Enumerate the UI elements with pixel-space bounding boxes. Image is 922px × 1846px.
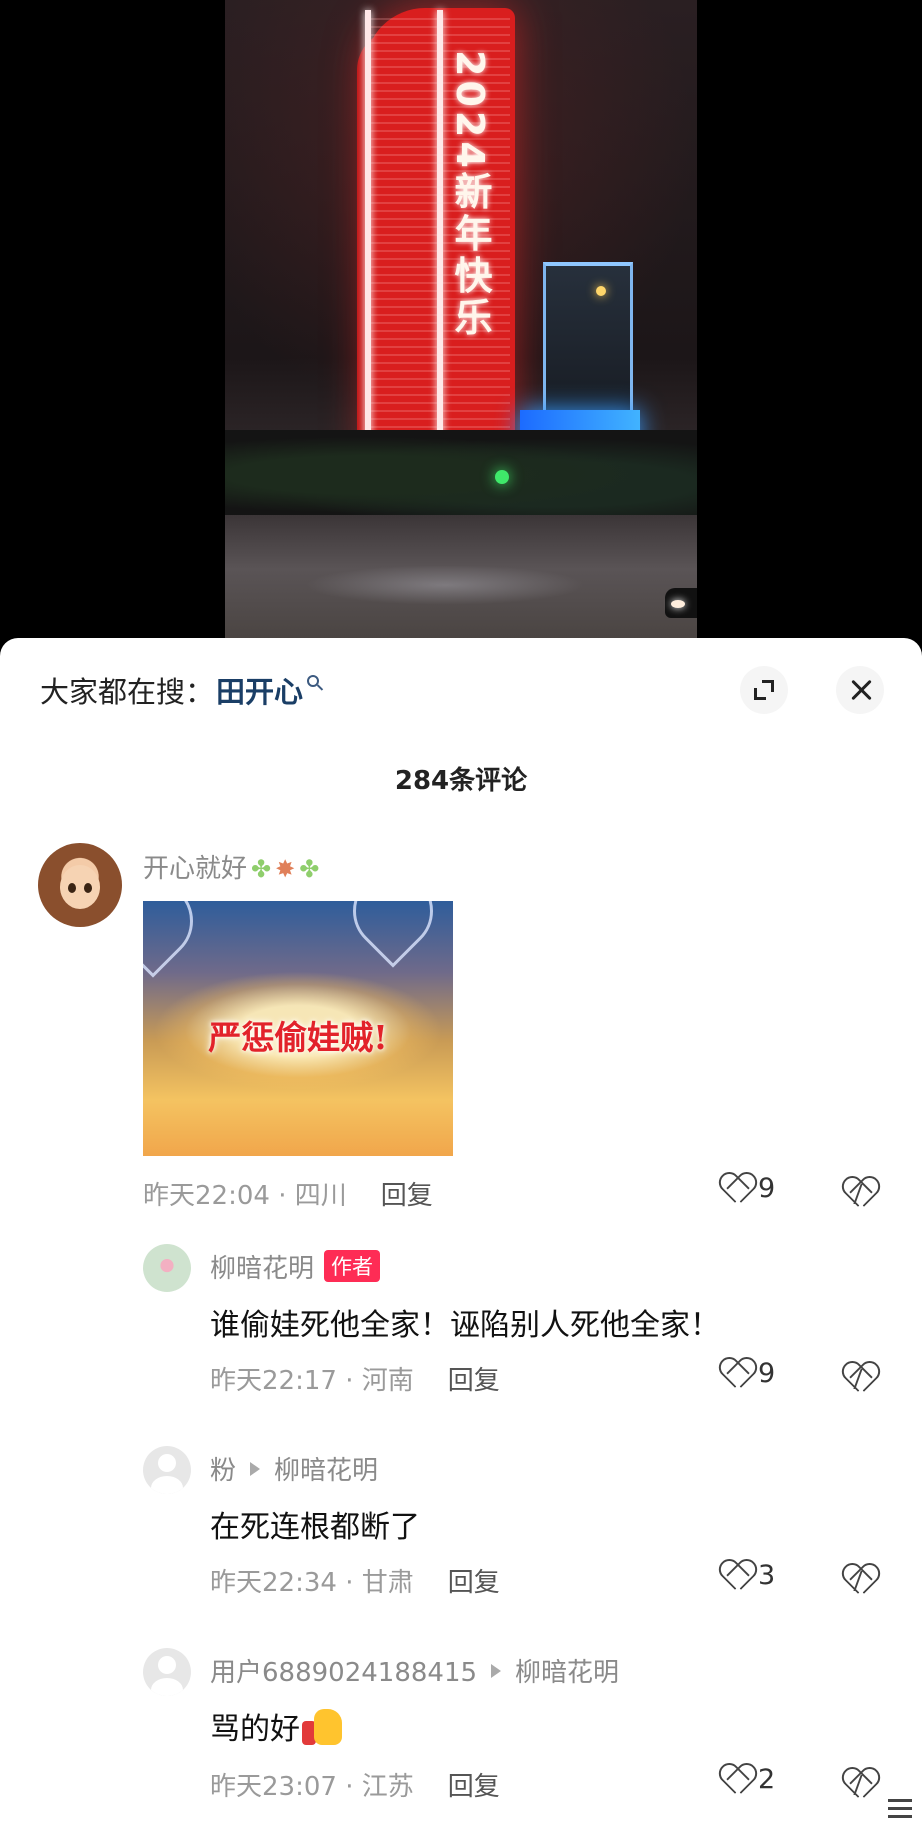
expand-button[interactable] — [740, 666, 788, 714]
dislike-icon[interactable] — [842, 1363, 876, 1395]
username-text: 用户6889024188415 — [210, 1658, 478, 1688]
comment-text: 在死连根都断了 — [210, 1510, 420, 1545]
avatar[interactable] — [143, 1244, 191, 1292]
like-count: 9 — [758, 1173, 776, 1204]
dislike-icon[interactable] — [842, 1178, 876, 1210]
avatar[interactable] — [143, 1446, 191, 1494]
comment-text: 谁偷娃死他全家！诬陷别人死他全家！ — [210, 1308, 720, 1343]
username-text: 粉 — [210, 1456, 237, 1486]
like-button[interactable]: 9 — [720, 1358, 775, 1389]
comment-time: 昨天22:04 — [143, 1181, 270, 1211]
comment-location: 甘肃 — [361, 1568, 414, 1598]
comment-text: 骂的好 — [210, 1704, 346, 1748]
dislike-icon[interactable] — [842, 1565, 876, 1597]
clover-icon: ✤ — [251, 855, 272, 883]
comment-meta: 昨天22:17 · 河南 回复 — [210, 1366, 500, 1396]
video-player[interactable]: 2024新年快乐 — [0, 0, 922, 650]
menu-icon[interactable] — [880, 1793, 920, 1833]
comment-time: 昨天23:07 — [210, 1772, 337, 1802]
reply-to-user: 柳暗花明 — [515, 1658, 620, 1688]
comment-sheet: 大家都在搜： 田开心 284条评论 开心就好 ✤ ✸ ✤ 严惩偷娃贼! 昨天22:04… — [0, 638, 922, 1846]
search-suggestion-label: 大家都在搜： — [40, 675, 215, 709]
heart-icon — [720, 1359, 752, 1389]
crack-line — [853, 1184, 865, 1204]
tower-led-text: 2024新年快乐 — [448, 50, 492, 340]
dislike-icon[interactable] — [842, 1769, 876, 1801]
avatar-eye — [84, 883, 92, 893]
crack-line — [853, 1571, 865, 1591]
username-text: 柳暗花明 — [210, 1254, 315, 1284]
reply-button[interactable]: 回复 — [448, 1772, 500, 1802]
road-reflection — [305, 565, 585, 605]
reply-arrow-icon — [250, 1462, 261, 1476]
image-caption: 严惩偷娃贼! — [208, 1018, 388, 1057]
comment-username[interactable]: 用户6889024188415 柳暗花明 — [210, 1652, 619, 1689]
clover-icon: ✤ — [299, 855, 320, 883]
reply-to-user: 柳暗花明 — [274, 1456, 379, 1486]
username-text: 开心就好 — [143, 854, 248, 884]
comment-location: 河南 — [361, 1366, 414, 1396]
menu-line — [888, 1799, 912, 1802]
like-button[interactable]: 2 — [720, 1764, 775, 1795]
comment-username[interactable]: 柳暗花明 作者 — [210, 1248, 381, 1285]
green-light — [495, 470, 509, 484]
crack-line — [853, 1775, 865, 1795]
avatar-eye — [68, 883, 76, 893]
car-headlight — [671, 600, 685, 608]
reply-button[interactable]: 回复 — [448, 1366, 500, 1396]
comment-time: 昨天22:17 — [210, 1366, 337, 1396]
comment-username[interactable]: 粉 柳暗花明 — [210, 1450, 378, 1487]
blue-building — [543, 262, 633, 422]
heart-icon — [720, 1174, 752, 1204]
heart-shape — [336, 901, 450, 968]
maple-leaf-icon: ✸ — [275, 855, 296, 883]
tower-edge-left — [365, 10, 371, 455]
avatar-face — [60, 865, 100, 909]
avatar[interactable] — [38, 843, 122, 927]
avatar[interactable] — [143, 1648, 191, 1696]
like-button[interactable]: 9 — [720, 1173, 775, 1204]
comment-count: 284条评论 — [394, 766, 528, 796]
like-count: 2 — [758, 1764, 776, 1795]
menu-line — [888, 1807, 912, 1810]
comment-image[interactable]: 严惩偷娃贼! — [143, 901, 453, 1156]
menu-line — [888, 1815, 912, 1818]
comment-username[interactable]: 开心就好 ✤ ✸ ✤ — [143, 848, 319, 885]
heart-shape — [143, 901, 210, 978]
search-icon — [307, 675, 320, 687]
video-frame[interactable]: 2024新年快乐 — [225, 0, 697, 650]
comment-meta: 昨天22:04 · 四川 回复 — [143, 1181, 433, 1211]
comment-meta: 昨天22:34 · 甘肃 回复 — [210, 1568, 500, 1598]
close-button[interactable] — [836, 666, 884, 714]
crack-line — [853, 1369, 865, 1389]
comment-time: 昨天22:34 — [210, 1568, 337, 1598]
reply-arrow-icon — [491, 1664, 502, 1678]
lamp-light — [596, 286, 606, 296]
comment-text-content: 骂的好 — [210, 1712, 300, 1747]
thumbs-up-icon — [302, 1707, 346, 1747]
comment-location: 四川 — [294, 1181, 347, 1211]
comment-location: 江苏 — [361, 1772, 414, 1802]
like-count: 3 — [758, 1560, 776, 1591]
search-suggestion-term[interactable]: 田开心 — [216, 669, 303, 711]
reply-button[interactable]: 回复 — [448, 1568, 500, 1598]
author-badge: 作者 — [324, 1250, 381, 1282]
close-icon — [851, 679, 872, 701]
search-suggestion[interactable]: 大家都在搜： 田开心 — [40, 669, 320, 711]
heart-icon — [720, 1765, 752, 1795]
like-button[interactable]: 3 — [720, 1560, 775, 1591]
trees — [225, 430, 697, 520]
expand-icon — [754, 680, 774, 700]
heart-icon — [720, 1561, 752, 1591]
like-count: 9 — [758, 1358, 776, 1389]
comment-meta: 昨天23:07 · 江苏 回复 — [210, 1772, 500, 1802]
reply-button[interactable]: 回复 — [381, 1181, 433, 1211]
